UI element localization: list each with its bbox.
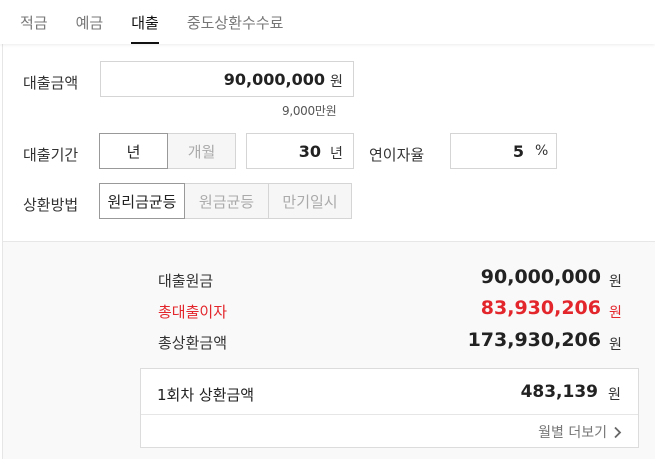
monthly-details-label: 월별 더보기 [538, 425, 607, 441]
tab-savings[interactable]: 적금 [20, 12, 48, 44]
tab-loan[interactable]: 대출 [131, 12, 159, 44]
loan-amount-hint: 9,000만원 [282, 104, 337, 118]
total-interest-label: 총대출이자 [158, 303, 228, 321]
total-interest-unit: 원 [609, 305, 622, 321]
tab-deposit[interactable]: 예금 [76, 12, 104, 44]
interest-rate-label: 연이자율 [369, 146, 425, 164]
repayment-method-label: 상환방법 [23, 196, 79, 214]
loan-period-unit: 년 [330, 146, 343, 162]
principal-value: 90,000,000 [480, 266, 601, 288]
chevron-right-icon [613, 426, 622, 439]
repayment-equal-installment-option[interactable]: 원리금균등 [99, 183, 185, 219]
interest-rate-unit: % [535, 143, 549, 159]
total-repayment-value: 173,930,206 [467, 329, 601, 351]
repayment-bullet-option[interactable]: 만기일시 [268, 183, 352, 219]
first-payment-unit: 원 [608, 387, 621, 403]
repayment-equal-principal-option[interactable]: 원금균등 [184, 183, 269, 219]
loan-period-unit-toggle: 년 개월 [99, 133, 236, 169]
period-month-option[interactable]: 개월 [167, 133, 236, 169]
loan-amount-value: 90,000,000 [223, 69, 325, 89]
loan-amount-unit: 원 [330, 74, 343, 90]
principal-unit: 원 [609, 274, 622, 290]
calculator-tabs: 적금 예금 대출 중도상환수수료 [20, 12, 311, 44]
tab-prepayment-fee[interactable]: 중도상환수수료 [187, 12, 284, 44]
loan-amount-label: 대출금액 [23, 74, 79, 92]
total-repayment-unit: 원 [609, 337, 622, 353]
total-repayment-label: 총상환금액 [158, 334, 228, 352]
monthly-details-link[interactable]: 월별 더보기 [538, 422, 622, 442]
principal-label: 대출원금 [158, 272, 214, 290]
first-payment-value: 483,139 [520, 382, 598, 402]
total-interest-value: 83,930,206 [480, 297, 601, 319]
loan-period-label: 대출기간 [23, 146, 79, 164]
repayment-method-toggle: 원리금균등 원금균등 만기일시 [99, 183, 352, 219]
loan-amount-input[interactable]: 90,000,000 [100, 61, 354, 97]
interest-rate-value: 5 [512, 141, 524, 161]
first-payment-label: 1회차 상환금액 [157, 386, 255, 404]
period-year-option[interactable]: 년 [99, 133, 168, 169]
tab-bar: 적금 예금 대출 중도상환수수료 [0, 0, 655, 44]
first-payment-box: 1회차 상환금액 483,139 원 월별 더보기 [140, 368, 639, 448]
box-divider [141, 414, 638, 415]
loan-period-value: 30 [298, 141, 321, 161]
